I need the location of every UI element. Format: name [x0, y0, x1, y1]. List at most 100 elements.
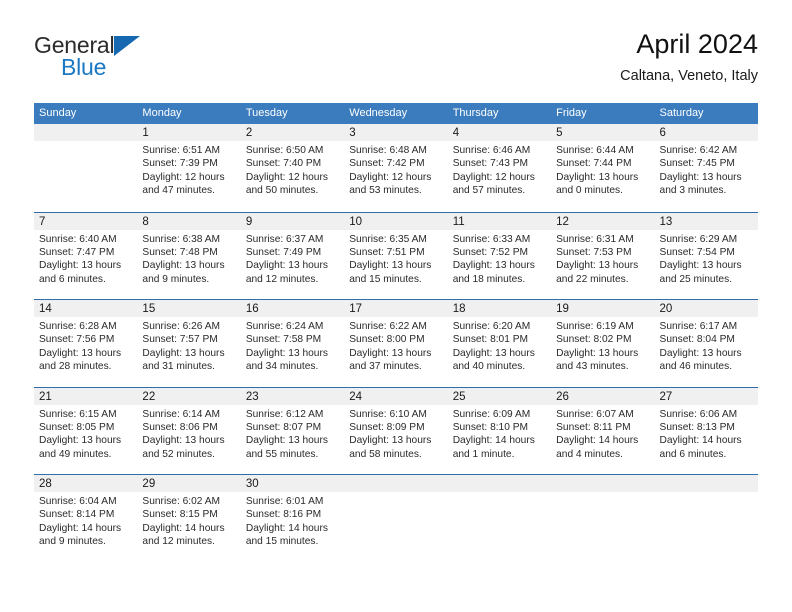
day-cell[interactable]: 2 Sunrise: 6:50 AM Sunset: 7:40 PM Dayli…	[240, 124, 345, 212]
day-cell[interactable]: 5 Sunrise: 6:44 AM Sunset: 7:44 PM Dayli…	[551, 124, 655, 212]
day-cell[interactable]: 14 Sunrise: 6:28 AM Sunset: 7:56 PM Dayl…	[34, 300, 138, 387]
day-cell[interactable]	[551, 475, 655, 562]
day-number: 20	[654, 300, 758, 317]
day-cell[interactable]: 6 Sunrise: 6:42 AM Sunset: 7:45 PM Dayli…	[654, 124, 758, 212]
day-cell[interactable]: 30 Sunrise: 6:01 AM Sunset: 8:16 PM Dayl…	[240, 475, 345, 562]
daylight-text-line2: and 49 minutes.	[39, 448, 112, 460]
sunrise-text: Sunrise: 6:50 AM	[245, 145, 324, 156]
day-cell[interactable]: 7 Sunrise: 6:40 AM Sunset: 7:47 PM Dayli…	[34, 212, 138, 300]
day-number: 24	[344, 387, 448, 405]
day-cell[interactable]: 28 Sunrise: 6:04 AM Sunset: 8:14 PM Dayl…	[34, 475, 138, 562]
daylight-text-line2: and 4 minutes.	[556, 448, 623, 460]
sunrise-text: Sunrise: 6:26 AM	[142, 321, 221, 332]
day-number: 28	[34, 475, 138, 492]
day-details: Sunrise: 6:40 AM Sunset: 7:47 PM Dayligh…	[34, 230, 137, 287]
day-cell[interactable]: 21 Sunrise: 6:15 AM Sunset: 8:05 PM Dayl…	[34, 387, 138, 475]
day-number: 30	[240, 475, 345, 492]
day-details: Sunrise: 6:42 AM Sunset: 7:45 PM Dayligh…	[655, 141, 758, 198]
sunset-text: Sunset: 8:13 PM	[659, 421, 735, 433]
day-details: Sunrise: 6:01 AM Sunset: 8:16 PM Dayligh…	[241, 492, 344, 549]
title-block: April 2024 Caltana, Veneto, Italy	[620, 28, 758, 86]
day-cell[interactable]: 1 Sunrise: 6:51 AM Sunset: 7:39 PM Dayli…	[137, 124, 241, 212]
week-row: 28 Sunrise: 6:04 AM Sunset: 8:14 PM Dayl…	[34, 474, 758, 562]
daylight-text-line2: and 9 minutes.	[142, 273, 210, 285]
daylight-text-line2: and 53 minutes.	[349, 185, 422, 197]
weekday-header-row: Sunday Monday Tuesday Wednesday Thursday…	[34, 103, 758, 124]
daylight-text-line2: and 40 minutes.	[452, 361, 526, 373]
daylight-text-line1: Daylight: 14 hours	[659, 435, 742, 447]
day-cell[interactable]: 16 Sunrise: 6:24 AM Sunset: 7:58 PM Dayl…	[240, 300, 345, 387]
day-cell[interactable]: 18 Sunrise: 6:20 AM Sunset: 8:01 PM Dayl…	[447, 300, 552, 387]
daylight-text-line1: Daylight: 13 hours	[39, 347, 122, 359]
sunrise-text: Sunrise: 6:51 AM	[142, 145, 221, 156]
day-cell[interactable]: 10 Sunrise: 6:35 AM Sunset: 7:51 PM Dayl…	[344, 212, 448, 300]
day-details: Sunrise: 6:28 AM Sunset: 7:56 PM Dayligh…	[34, 317, 137, 374]
day-details: Sunrise: 6:07 AM Sunset: 8:11 PM Dayligh…	[551, 405, 654, 462]
weekday-header-friday: Friday	[556, 107, 587, 119]
day-cell[interactable]: 24 Sunrise: 6:10 AM Sunset: 8:09 PM Dayl…	[344, 387, 448, 475]
day-number: 29	[137, 475, 241, 492]
day-cell[interactable]	[344, 475, 448, 562]
sunrise-text: Sunrise: 6:35 AM	[349, 233, 427, 245]
daylight-text-line1: Daylight: 13 hours	[556, 347, 639, 359]
weekday-header-tuesday: Tuesday	[245, 107, 288, 119]
day-details: Sunrise: 6:22 AM Sunset: 8:00 PM Dayligh…	[344, 317, 447, 374]
sunset-text: Sunset: 8:00 PM	[349, 334, 425, 346]
daylight-text-line2: and 47 minutes.	[142, 185, 215, 197]
day-number: 5	[551, 124, 655, 141]
day-number	[34, 124, 138, 141]
day-cell[interactable]	[447, 475, 552, 562]
day-details: Sunrise: 6:44 AM Sunset: 7:44 PM Dayligh…	[551, 141, 654, 198]
day-cell[interactable]: 19 Sunrise: 6:19 AM Sunset: 8:02 PM Dayl…	[551, 300, 655, 387]
day-number: 13	[654, 212, 758, 230]
day-cell[interactable]: 13 Sunrise: 6:29 AM Sunset: 7:54 PM Dayl…	[654, 212, 758, 300]
day-cell[interactable]: 29 Sunrise: 6:02 AM Sunset: 8:15 PM Dayl…	[137, 475, 241, 562]
day-cell[interactable]: 23 Sunrise: 6:12 AM Sunset: 8:07 PM Dayl…	[240, 387, 345, 475]
day-cell[interactable]: 25 Sunrise: 6:09 AM Sunset: 8:10 PM Dayl…	[447, 387, 552, 475]
sunset-text: Sunset: 8:15 PM	[142, 509, 218, 521]
day-cell[interactable]: 11 Sunrise: 6:33 AM Sunset: 7:52 PM Dayl…	[447, 212, 552, 300]
day-number: 25	[447, 387, 552, 405]
daylight-text-line2: and 31 minutes.	[142, 361, 215, 373]
day-cell[interactable]: 4 Sunrise: 6:46 AM Sunset: 7:43 PM Dayli…	[447, 124, 552, 212]
day-cell[interactable]: 15 Sunrise: 6:26 AM Sunset: 7:57 PM Dayl…	[137, 300, 241, 387]
daylight-text-line2: and 57 minutes.	[452, 185, 526, 197]
daylight-text-line1: Daylight: 12 hours	[349, 171, 432, 183]
calendar-table: Sunday Monday Tuesday Wednesday Thursday…	[34, 103, 758, 562]
day-details: Sunrise: 6:26 AM Sunset: 7:57 PM Dayligh…	[137, 317, 240, 374]
daylight-text-line2: and 0 minutes.	[556, 185, 623, 197]
day-details: Sunrise: 6:38 AM Sunset: 7:48 PM Dayligh…	[137, 230, 240, 287]
sunrise-text: Sunrise: 6:29 AM	[659, 233, 738, 245]
day-cell[interactable]: 17 Sunrise: 6:22 AM Sunset: 8:00 PM Dayl…	[344, 300, 448, 387]
day-number: 9	[240, 212, 345, 230]
generalblue-logo: General Blue	[34, 32, 234, 88]
daylight-text-line1: Daylight: 14 hours	[39, 522, 122, 534]
daylight-text-line2: and 12 minutes.	[245, 273, 319, 285]
day-cell[interactable]: 22 Sunrise: 6:14 AM Sunset: 8:06 PM Dayl…	[137, 387, 241, 475]
day-details: Sunrise: 6:04 AM Sunset: 8:14 PM Dayligh…	[34, 492, 137, 549]
weekday-header-monday: Monday	[142, 107, 182, 119]
day-cell[interactable]: 20 Sunrise: 6:17 AM Sunset: 8:04 PM Dayl…	[654, 300, 758, 387]
daylight-text-line2: and 34 minutes.	[245, 361, 319, 373]
sunset-text: Sunset: 8:10 PM	[452, 421, 529, 433]
day-cell[interactable]	[34, 124, 138, 212]
day-cell[interactable]: 12 Sunrise: 6:31 AM Sunset: 7:53 PM Dayl…	[551, 212, 655, 300]
sunset-text: Sunset: 7:52 PM	[452, 246, 529, 258]
day-cell[interactable]: 27 Sunrise: 6:06 AM Sunset: 8:13 PM Dayl…	[654, 387, 758, 475]
day-cell[interactable]: 9 Sunrise: 6:37 AM Sunset: 7:49 PM Dayli…	[240, 212, 345, 300]
sunrise-text: Sunrise: 6:33 AM	[452, 233, 531, 245]
day-details: Sunrise: 6:48 AM Sunset: 7:42 PM Dayligh…	[344, 141, 447, 198]
daylight-text-line2: and 25 minutes.	[659, 273, 733, 285]
day-details: Sunrise: 6:19 AM Sunset: 8:02 PM Dayligh…	[551, 317, 654, 374]
daylight-text-line1: Daylight: 13 hours	[659, 347, 742, 359]
sunrise-text: Sunrise: 6:24 AM	[245, 321, 324, 332]
sunset-text: Sunset: 7:45 PM	[659, 158, 735, 170]
day-cell[interactable]: 3 Sunrise: 6:48 AM Sunset: 7:42 PM Dayli…	[344, 124, 448, 212]
daylight-text-line2: and 18 minutes.	[452, 273, 526, 285]
day-cell[interactable]	[654, 475, 758, 562]
daylight-text-line2: and 22 minutes.	[556, 273, 629, 285]
sunset-text: Sunset: 7:48 PM	[142, 246, 218, 258]
day-cell[interactable]: 26 Sunrise: 6:07 AM Sunset: 8:11 PM Dayl…	[551, 387, 655, 475]
day-number: 11	[447, 212, 552, 230]
day-cell[interactable]: 8 Sunrise: 6:38 AM Sunset: 7:48 PM Dayli…	[137, 212, 241, 300]
